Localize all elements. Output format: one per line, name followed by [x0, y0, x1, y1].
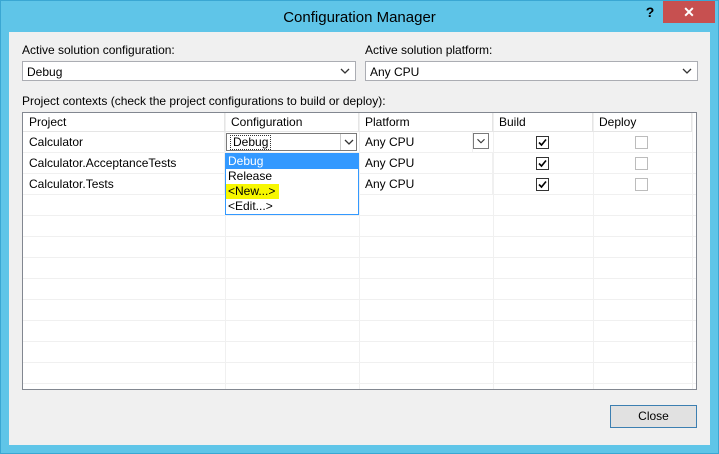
table-row [23, 321, 696, 342]
table-row [23, 363, 696, 384]
chevron-down-icon [344, 139, 354, 145]
checkmark-icon [538, 159, 547, 168]
table-row [23, 342, 696, 363]
table-row [23, 195, 696, 216]
header-build[interactable]: Build [493, 113, 593, 132]
project-contexts-grid: Project Configuration Platform Build Dep… [22, 112, 697, 390]
table-row[interactable]: Calculator.AcceptanceTests Any CPU [23, 153, 696, 174]
build-checkbox[interactable] [536, 178, 549, 191]
configuration-dropdown-button[interactable] [340, 134, 356, 150]
active-config-value: Debug [27, 65, 63, 79]
dropdown-option-new[interactable]: <New...> [226, 184, 280, 199]
help-icon: ? [645, 4, 655, 20]
build-checkbox[interactable] [536, 157, 549, 170]
checkmark-icon [538, 180, 547, 189]
close-icon: ✕ [683, 3, 695, 20]
table-row [23, 258, 696, 279]
close-button[interactable]: Close [610, 405, 697, 428]
dropdown-option-release[interactable]: Release [226, 169, 358, 184]
table-row[interactable]: Calculator Debug Any CPU [23, 132, 696, 153]
active-platform-combo[interactable]: Any CPU [365, 61, 698, 81]
title-bar[interactable]: Configuration Manager ? ✕ [1, 1, 718, 33]
help-button[interactable]: ? [637, 1, 663, 23]
platform-value[interactable]: Any CPU [359, 174, 493, 194]
configuration-manager-window: Configuration Manager ? ✕ Active solutio… [0, 0, 719, 454]
deploy-checkbox[interactable] [635, 178, 648, 191]
project-contexts-label: Project contexts (check the project conf… [22, 94, 386, 108]
header-deploy[interactable]: Deploy [593, 113, 692, 132]
build-checkbox[interactable] [536, 136, 549, 149]
chevron-down-icon [340, 68, 350, 74]
header-platform[interactable]: Platform [359, 113, 493, 132]
project-name: Calculator.AcceptanceTests [23, 153, 225, 173]
deploy-checkbox[interactable] [635, 136, 648, 149]
project-name: Calculator.Tests [23, 174, 225, 194]
table-row [23, 300, 696, 321]
dialog-body: Active solution configuration: Debug Act… [9, 32, 710, 445]
header-project[interactable]: Project [23, 113, 225, 132]
table-row[interactable]: Calculator.Tests Any CPU [23, 174, 696, 195]
checkmark-icon [538, 138, 547, 147]
platform-value[interactable]: Any CPU [359, 153, 493, 173]
dropdown-option-debug[interactable]: Debug [226, 154, 358, 169]
configuration-dropdown-list: Debug Release <New...> <Edit...> [225, 153, 359, 215]
window-title: Configuration Manager [283, 9, 436, 26]
table-row [23, 237, 696, 258]
project-name: Calculator [23, 132, 225, 152]
active-config-label: Active solution configuration: [22, 43, 175, 57]
platform-value[interactable]: Any CPU [359, 132, 473, 152]
active-platform-value: Any CPU [370, 65, 420, 79]
table-row [23, 279, 696, 300]
platform-dropdown-button[interactable] [473, 133, 489, 149]
configuration-value: Debug [230, 135, 272, 150]
header-configuration[interactable]: Configuration [225, 113, 359, 132]
dropdown-option-edit[interactable]: <Edit...> [226, 199, 358, 214]
chevron-down-icon [682, 68, 692, 74]
deploy-checkbox[interactable] [635, 157, 648, 170]
active-platform-label: Active solution platform: [365, 43, 493, 57]
table-row [23, 216, 696, 237]
configuration-combo[interactable]: Debug [226, 133, 357, 151]
window-close-button[interactable]: ✕ [663, 1, 715, 23]
chevron-down-icon [477, 138, 485, 144]
active-config-combo[interactable]: Debug [22, 61, 356, 81]
